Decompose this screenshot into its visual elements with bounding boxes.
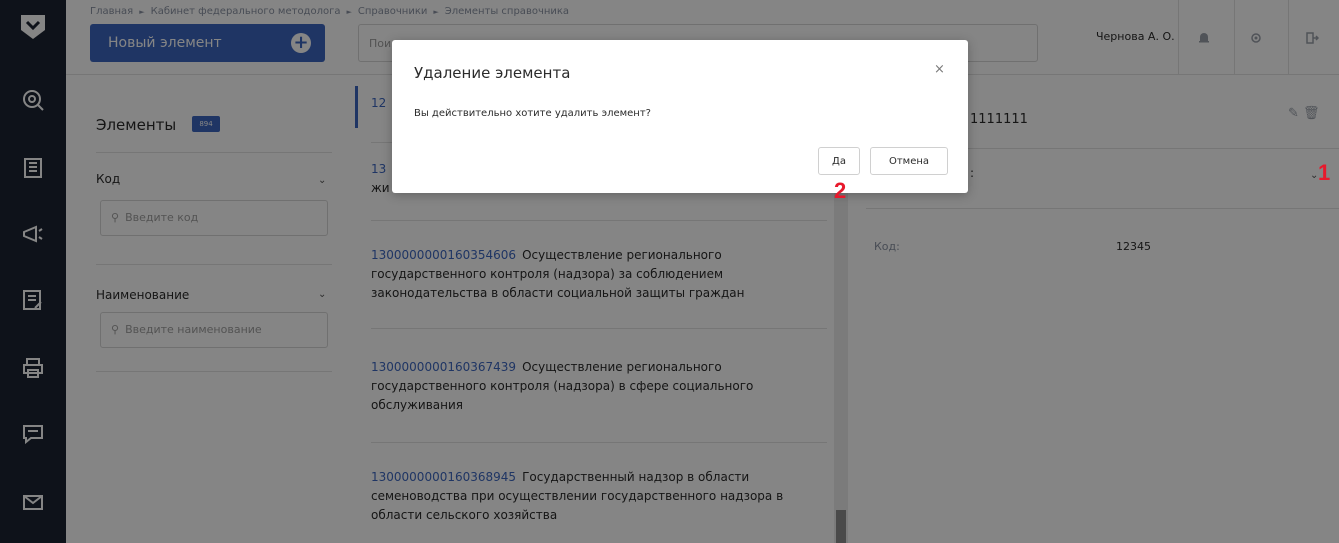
yes-button[interactable]: Да: [818, 147, 860, 175]
dialog-message: Вы действительно хотите удалить элемент?: [414, 108, 651, 119]
step-annotation-2: 2: [834, 178, 847, 203]
delete-element-dialog: Удаление элемента × Вы действительно хот…: [392, 40, 968, 193]
dialog-title: Удаление элемента: [414, 64, 571, 82]
step-annotation-1: 1: [1318, 160, 1331, 185]
close-icon[interactable]: ×: [934, 62, 945, 77]
cancel-button[interactable]: Отмена: [870, 147, 948, 175]
